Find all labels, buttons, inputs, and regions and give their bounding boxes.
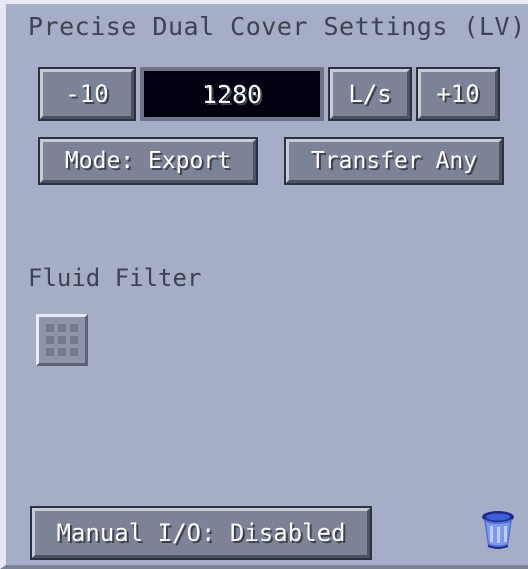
increase-rate-button[interactable]: +10 [416,67,500,121]
manual-io-button[interactable]: Manual I/O: Disabled [30,506,372,560]
rate-value-display[interactable]: 1280 [140,67,324,121]
decrease-rate-button[interactable]: -10 [38,67,136,121]
cover-settings-panel: Precise Dual Cover Settings (LV) -10 128… [0,0,528,569]
fluid-filter-label: Fluid Filter [28,264,202,292]
transfer-mode-button[interactable]: Transfer Any [284,137,504,185]
empty-slot-icon [42,320,82,360]
mode-button[interactable]: Mode: Export [38,137,258,185]
trash-can-icon[interactable] [480,510,516,550]
window-title: Precise Dual Cover Settings (LV) [28,12,526,41]
rate-unit-button[interactable]: L/s [328,67,412,121]
fluid-filter-slot[interactable] [36,314,88,366]
